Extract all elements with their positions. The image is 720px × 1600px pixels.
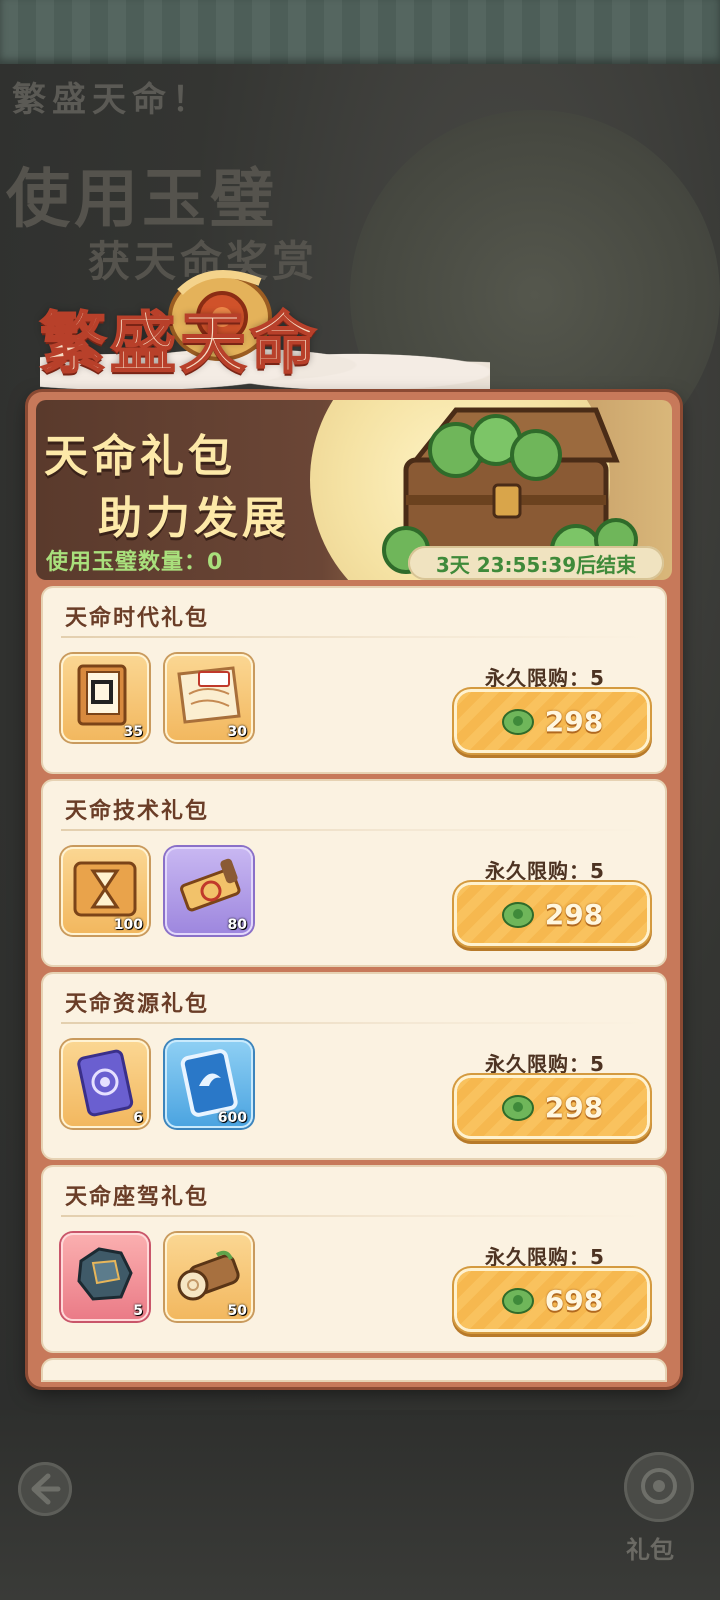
buy-price: 298 [544,1090,604,1124]
wood-log-icon [177,1250,240,1301]
jade-used-count: 使用玉璧数量：0 [46,550,224,575]
buy-price: 298 [544,704,604,738]
purchase-limit: 永久限购：5 [485,666,605,690]
package-card-resource: 天命资源礼包 6 600 永久限购：5 298 [43,974,665,1158]
gift-pack-panel: 天命礼包 助力发展 使用玉璧数量：0 3天 23:55:39后结束 天命时代礼包… [28,392,680,1387]
purchase-limit: 永久限购：5 [485,1245,605,1269]
buy-button[interactable]: 298 [457,1078,647,1136]
item-quantity: 35 [123,724,143,740]
jade-currency-icon [501,1288,534,1314]
top-pattern-strip [0,0,720,64]
card-divider [61,1215,647,1217]
item-quantity: 100 [113,917,143,933]
armor-icon [77,1247,133,1301]
item-quantity: 30 [227,724,247,740]
item-quantity: 80 [227,917,247,933]
banner-title-line2: 助力发展 [98,493,290,544]
blue-card-icon [180,1049,238,1117]
jade-currency-icon [501,902,534,928]
background-slogan-line1: 使用玉璧 [6,162,278,237]
buy-button[interactable]: 698 [457,1271,647,1329]
reward-item-hourglass-card[interactable]: 100 [61,847,149,935]
package-card-mount: 天命座驾礼包 5 50 永久限购：5 698 [43,1167,665,1351]
gift-icon [641,1468,677,1504]
package-title: 天命座驾礼包 [65,1185,210,1210]
reward-item-map[interactable]: 30 [165,654,253,742]
back-arrow-icon [31,1473,61,1505]
jade-currency-icon [501,709,534,735]
back-button[interactable] [18,1462,72,1516]
book-icon [77,664,127,726]
reward-item-purple-card[interactable]: 6 [61,1040,149,1128]
purchase-limit: 永久限购：5 [485,859,605,883]
item-quantity: 6 [133,1110,143,1126]
purple-card-icon [77,1049,134,1117]
buy-button[interactable]: 298 [457,885,647,943]
reward-item-wood[interactable]: 50 [165,1233,253,1321]
reward-item-tech-scroll[interactable]: 80 [165,847,253,935]
card-divider [61,636,647,638]
buy-price: 698 [544,1283,604,1317]
reward-item-armor[interactable]: 5 [61,1233,149,1321]
item-quantity: 5 [133,1303,143,1319]
background-bottom-band [0,1410,720,1600]
banner-title-line1: 天命礼包 [44,431,236,482]
package-title: 天命技术礼包 [65,799,210,824]
gift-pack-button[interactable] [624,1452,694,1522]
buy-button[interactable]: 298 [457,692,647,750]
countdown-timer: 3天 23:55:39后结束 [408,546,664,580]
card-divider [61,829,647,831]
package-card-era: 天命时代礼包 35 30 永久限购：5 298 [43,588,665,772]
card-divider [61,1022,647,1024]
package-card-tech: 天命技术礼包 100 80 永久限购：5 298 [43,781,665,965]
reward-item-book[interactable]: 35 [61,654,149,742]
reward-item-blue-card[interactable]: 600 [165,1040,253,1128]
package-title: 天命时代礼包 [65,606,210,631]
purchase-limit: 永久限购：5 [485,1052,605,1076]
tech-scroll-icon [180,858,241,912]
background-event-title: 繁盛天命！ [12,80,212,120]
package-card-partial [43,1360,665,1380]
buy-price: 298 [544,897,604,931]
gift-pack-label: 礼包 [626,1536,674,1564]
hourglass-card-icon [73,861,137,917]
jade-currency-icon [501,1095,534,1121]
event-title: 繁盛天命 [39,303,320,383]
event-banner: 天命礼包 助力发展 使用玉璧数量：0 3天 23:55:39后结束 [36,400,672,580]
item-quantity: 50 [227,1303,247,1319]
map-scroll-icon [177,666,241,724]
item-quantity: 600 [217,1110,247,1126]
package-title: 天命资源礼包 [65,992,210,1017]
